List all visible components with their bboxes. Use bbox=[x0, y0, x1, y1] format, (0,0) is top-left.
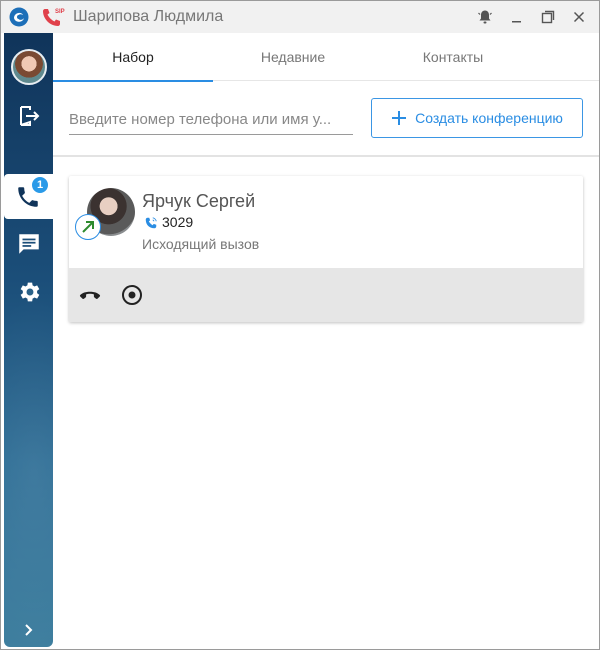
sidebar-expand-button[interactable] bbox=[16, 617, 42, 643]
divider bbox=[53, 155, 599, 157]
hangup-button[interactable] bbox=[77, 282, 103, 308]
chevron-right-icon bbox=[25, 624, 33, 636]
record-icon bbox=[122, 285, 142, 305]
maximize-icon bbox=[541, 10, 555, 24]
outgoing-arrow-icon bbox=[82, 221, 94, 233]
tab-recent[interactable]: Недавние bbox=[213, 33, 373, 81]
sip-phone-icon: SIP bbox=[43, 9, 65, 26]
extension-phone-icon bbox=[145, 217, 157, 229]
logout-button[interactable] bbox=[16, 103, 42, 129]
tab-dial[interactable]: Набор bbox=[53, 33, 213, 82]
app-window: SIP Шарипова Людмила 1 Набор Недавние Ко… bbox=[0, 0, 600, 650]
minimize-icon bbox=[512, 21, 521, 23]
contact-name: Ярчук Сергей bbox=[142, 191, 256, 211]
tab-recent-label: Недавние bbox=[260, 49, 326, 65]
close-button[interactable] bbox=[569, 7, 589, 27]
gear-icon bbox=[20, 282, 40, 302]
search-input[interactable] bbox=[69, 105, 353, 135]
maximize-button[interactable] bbox=[538, 7, 558, 27]
tab-bar: Набор Недавние Контакты bbox=[53, 33, 599, 82]
record-button[interactable] bbox=[119, 282, 145, 308]
title-bar: SIP Шарипова Людмила bbox=[1, 1, 599, 33]
sidebar-chat-button[interactable] bbox=[16, 231, 42, 257]
window-title: Шарипова Людмила bbox=[73, 8, 224, 25]
sip-label: SIP bbox=[55, 9, 65, 15]
close-icon bbox=[573, 11, 585, 23]
call-direction-badge bbox=[75, 214, 101, 240]
tab-contacts-label: Контакты bbox=[422, 49, 484, 65]
app-logo-icon bbox=[9, 7, 29, 27]
call-actions-bar bbox=[69, 268, 583, 322]
sidebar-settings-button[interactable] bbox=[16, 279, 42, 305]
active-tab-indicator bbox=[53, 80, 213, 82]
chat-icon bbox=[19, 234, 39, 254]
call-status: Исходящий вызов bbox=[142, 236, 260, 252]
bell-icon bbox=[478, 10, 492, 24]
notifications-button[interactable] bbox=[475, 7, 495, 27]
plus-icon bbox=[392, 111, 407, 125]
tab-contacts[interactable]: Контакты bbox=[373, 33, 533, 81]
active-call-card: Ярчук Сергей 3029 Исходящий вызов bbox=[69, 176, 583, 322]
create-conference-label: Создать конференцию bbox=[415, 110, 563, 126]
logout-icon bbox=[20, 106, 40, 126]
sidebar: 1 bbox=[4, 33, 53, 647]
create-conference-button[interactable]: Создать конференцию bbox=[371, 98, 583, 138]
minimize-button[interactable] bbox=[507, 7, 527, 27]
contact-extension: 3029 bbox=[162, 214, 194, 230]
hangup-icon bbox=[79, 291, 101, 300]
user-avatar[interactable] bbox=[11, 49, 47, 85]
calls-count-badge: 1 bbox=[30, 175, 50, 195]
tab-dial-label: Набор bbox=[112, 49, 154, 65]
